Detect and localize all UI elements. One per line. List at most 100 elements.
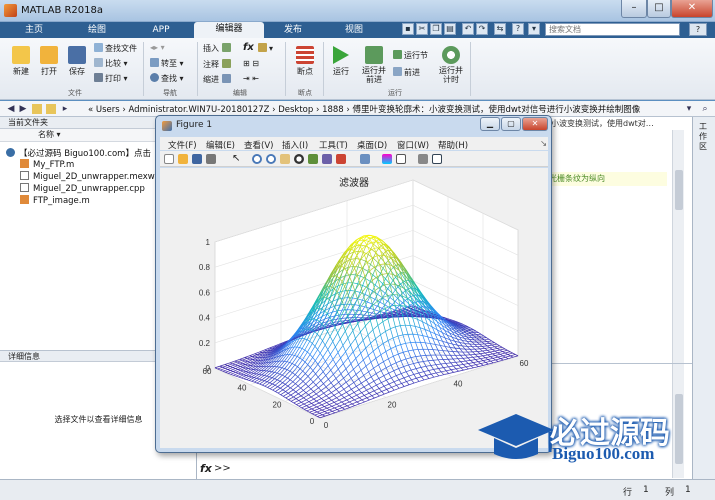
pan-icon[interactable] [280, 154, 290, 164]
close-button[interactable]: ✕ [671, 0, 713, 18]
new-button[interactable]: 新建 [8, 46, 34, 77]
command-prompt[interactable]: >> [214, 463, 231, 474]
menu-insert[interactable]: 插入(I) [282, 139, 308, 151]
menu-dock-icon[interactable]: ↘ [540, 139, 547, 149]
quick-help-icon[interactable]: ? [512, 23, 524, 35]
fx-button[interactable]: fx [243, 42, 254, 53]
editor-scrollbar[interactable] [672, 130, 684, 363]
brush-icon[interactable] [322, 154, 332, 164]
brush-data-icon[interactable] [336, 154, 346, 164]
print-button[interactable]: 打印 ▾ [94, 73, 128, 84]
run-time-button[interactable]: 运行并 计时 [437, 46, 465, 84]
quick-copy-icon[interactable]: ❐ [430, 23, 442, 35]
tab-view[interactable]: 视图 [322, 23, 386, 38]
menu-view[interactable]: 查看(V) [244, 139, 273, 151]
row-label: 行 [623, 488, 633, 498]
open-file-icon[interactable] [178, 154, 188, 164]
quick-redo-icon[interactable]: ↷ [476, 23, 488, 35]
workspace-collapsed[interactable]: 工作区 [692, 117, 715, 479]
path-dropdown-icon[interactable]: ▾ [684, 104, 694, 114]
goto-button[interactable]: 转至 ▾ [150, 58, 184, 69]
legend-icon[interactable] [396, 154, 406, 164]
indent-more-icon[interactable]: ⇥ ⇤ [243, 74, 259, 83]
forward-arrow-icon[interactable]: ▶ [18, 104, 28, 114]
file-group-label: 文件 [68, 89, 82, 97]
quick-undo-icon[interactable]: ↶ [462, 23, 474, 35]
tab-apps[interactable]: APP [130, 23, 192, 38]
quick-save-icon[interactable]: ▪ [402, 23, 414, 35]
pointer-icon[interactable]: ↖ [232, 154, 242, 164]
editor-tab[interactable]: 小波变换测试，使用dwt对… [551, 118, 654, 129]
title-bar: MATLAB R2018a – □ ✕ [0, 0, 715, 22]
current-path[interactable]: « Users › Administrator.WIN7U-20180127Z … [88, 103, 640, 115]
find-files-button[interactable]: 查找文件 [94, 43, 137, 54]
find-button[interactable]: 查找 ▾ [150, 73, 184, 84]
maximize-button[interactable]: □ [647, 0, 671, 18]
compare-button[interactable]: 比较 ▾ [94, 58, 128, 69]
tab-home[interactable]: 主页 [4, 23, 64, 38]
browse-icon[interactable]: ▸ [60, 104, 70, 114]
breakpoints-button[interactable]: 断点 [290, 46, 320, 77]
colorbar-icon[interactable] [382, 154, 392, 164]
insert-button[interactable]: 插入 [203, 43, 233, 54]
rotate-3d-icon[interactable] [294, 154, 304, 164]
fx-icon: fx [200, 462, 212, 475]
figure-close-button[interactable]: ✕ [522, 117, 548, 131]
comment-button[interactable]: 注释 [203, 59, 233, 70]
menu-desktop[interactable]: 桌面(D) [357, 139, 387, 151]
save-figure-icon[interactable] [192, 154, 202, 164]
search-documentation-input[interactable]: 搜索文档 [545, 23, 680, 36]
menu-help[interactable]: 帮助(H) [438, 139, 468, 151]
open-button[interactable]: 打开 [36, 46, 62, 77]
run-advance-button[interactable]: 运行并 前进 [359, 46, 389, 84]
list-item[interactable]: 【必过源码 Biguo100.com】点击 [6, 147, 151, 159]
new-figure-icon[interactable] [164, 154, 174, 164]
quick-switch-icon[interactable]: ⇆ [494, 23, 506, 35]
quick-paste-icon[interactable]: ▤ [444, 23, 456, 35]
search-help-button[interactable]: ? [689, 23, 707, 36]
run-button[interactable]: 运行 [327, 46, 355, 77]
run-section-button[interactable]: 运行节 [393, 50, 428, 61]
find-files-icon [94, 43, 103, 52]
show-tools-icon[interactable] [432, 154, 442, 164]
path-search-icon[interactable]: ⌕ [700, 104, 710, 114]
menu-file[interactable]: 文件(F) [168, 139, 197, 151]
new-icon [12, 46, 30, 64]
zoom-out-icon[interactable] [266, 154, 276, 164]
tab-plots[interactable]: 绘图 [66, 23, 128, 38]
m-file-icon [20, 195, 29, 204]
hide-tools-icon[interactable] [418, 154, 428, 164]
z-tick-label: 1 [206, 238, 211, 247]
list-item[interactable]: Miguel_2D_unwrapper.mexw64 [20, 171, 166, 182]
folder-icon[interactable] [46, 104, 56, 114]
figure-maximize-button[interactable]: ▢ [501, 117, 521, 131]
link-plot-icon[interactable] [360, 154, 370, 164]
menu-edit[interactable]: 编辑(E) [206, 139, 235, 151]
tab-publish[interactable]: 发布 [266, 23, 320, 38]
workspace-label: 工作区 [699, 122, 707, 151]
figure-minimize-button[interactable]: ▁ [480, 117, 500, 131]
run-section-label: 运行节 [404, 51, 428, 60]
up-folder-icon[interactable] [32, 104, 42, 114]
menu-tools[interactable]: 工具(T) [319, 139, 348, 151]
menu-window[interactable]: 窗口(W) [397, 139, 429, 151]
tab-editor[interactable]: 编辑器 [194, 22, 264, 38]
scroll-thumb[interactable] [675, 170, 683, 210]
data-cursor-icon[interactable] [308, 154, 318, 164]
advance-button[interactable]: 前进 [393, 67, 420, 78]
list-item[interactable]: My_FTP.m [20, 159, 74, 170]
list-item[interactable]: FTP_image.m [20, 195, 90, 206]
insert-func-icon[interactable]: ▾ [258, 43, 273, 53]
nav-back-icon[interactable]: ◂▸ ▾ [150, 43, 165, 52]
save-button[interactable]: 保存 [64, 46, 90, 77]
back-arrow-icon[interactable]: ◀ [6, 104, 16, 114]
print-label: 打印 [105, 74, 121, 83]
indent-button[interactable]: 缩进 [203, 74, 233, 85]
zoom-in-icon[interactable] [252, 154, 262, 164]
quick-cut-icon[interactable]: ✂ [416, 23, 428, 35]
quick-customize-icon[interactable]: ▾ [528, 23, 540, 35]
list-item[interactable]: Miguel_2D_unwrapper.cpp [20, 183, 145, 194]
minimize-button[interactable]: – [621, 0, 647, 18]
wrap-comments-icon[interactable]: ⊞ ⊟ [243, 59, 259, 68]
print-figure-icon[interactable] [206, 154, 216, 164]
